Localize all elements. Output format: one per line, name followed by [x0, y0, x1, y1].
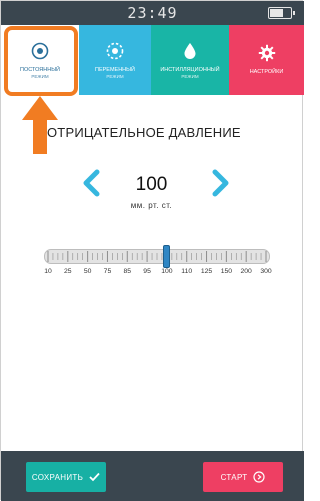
tick-label: 10: [44, 268, 52, 275]
app-screen: 23:49 ПОСТОЯННЫЙ РЕЖИМ ПЕРЕМЕННЫЙ РЕЖИМ …: [0, 0, 304, 501]
slider-thumb[interactable]: [163, 245, 171, 268]
pointer-arrow-icon: [22, 96, 58, 154]
tick-label: 125: [200, 268, 213, 275]
tick-label: 50: [83, 268, 92, 275]
save-button[interactable]: СОХРАНИТЬ: [26, 462, 106, 492]
tick-label: 25: [64, 268, 72, 275]
tick-label: 75: [103, 268, 112, 275]
save-label: СОХРАНИТЬ: [31, 472, 84, 482]
checkmark-icon: [89, 472, 100, 482]
pressure-value: 100: [135, 174, 168, 195]
slider-scale: 10 25 50 75 85 95 100 110 125 150 200 300: [44, 268, 272, 278]
increase-chevron-icon[interactable]: [210, 169, 232, 197]
gear-icon: [257, 43, 277, 63]
tab-label: ПЕРЕМЕННЫЙ: [95, 66, 135, 73]
tab-instillation-mode[interactable]: ИНСТИЛЛЯЦИОННЫЙ РЕЖИМ: [151, 25, 229, 95]
tab-label: НАСТРОЙКИ: [249, 69, 284, 76]
start-label: СТАРТ: [220, 472, 248, 482]
selection-highlight: [4, 26, 78, 96]
status-bar: 23:49: [1, 1, 304, 25]
slider-ticks: [47, 251, 267, 262]
tab-sublabel: РЕЖИМ: [181, 73, 199, 79]
tick-label: 110: [181, 268, 193, 275]
tick-label: 200: [240, 268, 252, 275]
start-button[interactable]: СТАРТ: [203, 462, 283, 492]
play-circle-icon: [253, 471, 266, 483]
tick-label: 85: [123, 268, 132, 275]
tick-label: 150: [220, 268, 233, 275]
battery-icon: [268, 7, 295, 19]
tab-sublabel: РЕЖИМ: [106, 73, 124, 79]
tab-settings[interactable]: НАСТРОЙКИ: [229, 25, 304, 95]
droplet-icon: [180, 41, 200, 61]
dotted-target-icon: [105, 41, 125, 61]
pressure-slider[interactable]: [44, 245, 270, 268]
pressure-unit: мм. рт. ст.: [130, 201, 173, 210]
tick-label: 300: [260, 268, 272, 275]
tab-variable-mode[interactable]: ПЕРЕМЕННЫЙ РЕЖИМ: [79, 25, 151, 95]
clock: 23:49: [127, 4, 178, 22]
page-title: ОТРИЦАТЕЛЬНОЕ ДАВЛЕНИЕ: [47, 125, 241, 140]
tab-label: ИНСТИЛЛЯЦИОННЫЙ: [160, 66, 220, 73]
tick-label: 95: [143, 268, 151, 275]
tick-label: 100: [161, 268, 173, 275]
